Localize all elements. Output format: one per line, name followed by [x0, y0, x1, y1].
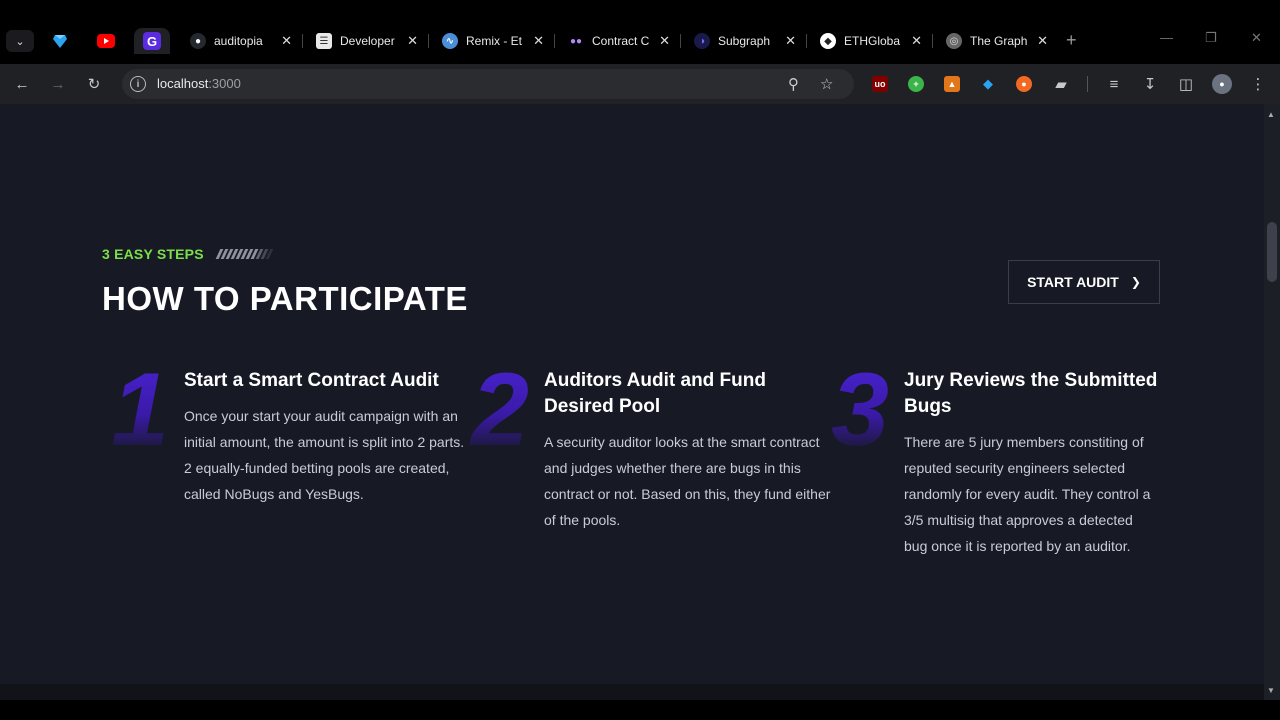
side-panel-icon[interactable]: ◫	[1176, 74, 1196, 94]
eyebrow-label: 3 EASY STEPS	[102, 246, 204, 262]
green-plus-extension-icon[interactable]: +	[908, 76, 924, 92]
tab-title: auditopia	[214, 34, 263, 48]
tab-strip: ⌄ G ● auditopia ✕ ☰ Developer ✕ ∿ Remix …	[0, 0, 1280, 64]
page-scrollbar[interactable]: ▲ ▼	[1264, 104, 1280, 700]
step-number: 1	[102, 358, 178, 462]
pinned-tab-youtube[interactable]	[88, 28, 124, 54]
close-icon[interactable]: ✕	[1037, 33, 1048, 49]
start-audit-label: START AUDIT	[1027, 274, 1119, 290]
step-title: Jury Reviews the Submitted Bugs	[904, 370, 1158, 417]
step-number: 2	[462, 358, 538, 462]
pinned-tab-active[interactable]: G	[134, 28, 170, 54]
address-bar[interactable]: i localhost:3000 ⚲ ☆	[122, 69, 854, 99]
scroll-up-arrow-icon[interactable]: ▲	[1267, 110, 1275, 119]
svg-text:G: G	[147, 34, 157, 49]
tab-subgraph[interactable]: ◑ Subgraph ✕	[686, 28, 804, 54]
pinned-tab-diamond[interactable]	[42, 28, 78, 54]
zoom-search-icon[interactable]: ⚲	[788, 75, 799, 93]
step-description: Once your start your audit campaign with…	[184, 408, 465, 502]
g-logo-icon: G	[143, 32, 161, 50]
reload-icon[interactable]: ↻	[84, 74, 104, 94]
github-icon: ●	[190, 33, 206, 49]
start-audit-button[interactable]: START AUDIT ❯	[1008, 260, 1160, 304]
remix-icon: ∿	[442, 33, 458, 49]
step-description: There are 5 jury members constiting of r…	[904, 434, 1151, 554]
step-number: 3	[822, 358, 898, 462]
tab-search-button[interactable]: ⌄	[6, 30, 34, 52]
tab-auditopia[interactable]: ● auditopia ✕	[182, 28, 300, 54]
scrollbar-thumb[interactable]	[1267, 222, 1277, 282]
url-text[interactable]: localhost:3000	[157, 76, 241, 91]
restore-icon[interactable]: ❐	[1205, 30, 1217, 46]
contract-icon: ●●	[569, 35, 583, 47]
close-icon[interactable]: ✕	[281, 33, 292, 49]
ethglobal-icon: ◆	[820, 33, 836, 49]
tab-title: Remix - Et	[466, 34, 523, 48]
bookmark-star-icon[interactable]: ☆	[820, 75, 833, 93]
youtube-icon	[97, 34, 115, 48]
download-icon[interactable]: ↧	[1140, 74, 1160, 94]
site-info-icon[interactable]: i	[130, 76, 146, 92]
step-card-2: 2 Auditors Audit and Fund Desired Pool A…	[471, 358, 834, 533]
toolbar-divider	[1087, 76, 1088, 92]
diamond-icon	[53, 35, 67, 48]
tab-separator	[932, 34, 933, 48]
back-arrow-icon[interactable]: ←	[12, 74, 32, 94]
tab-title: Developer	[340, 34, 395, 48]
tab-ethglobal[interactable]: ◆ ETHGloba ✕	[812, 28, 930, 54]
orange-extension-icon[interactable]: ●	[1016, 76, 1032, 92]
browser-toolbar: ← → ↻ i localhost:3000 ⚲ ☆ uo + ▲ ◆ ● ▰ …	[0, 64, 1280, 104]
decorative-stripes	[215, 249, 274, 259]
minimize-icon[interactable]: —	[1160, 30, 1173, 45]
step-title: Auditors Audit and Fund Desired Pool	[544, 370, 766, 417]
step-card-3: 3 Jury Reviews the Submitted Bugs There …	[831, 358, 1160, 559]
close-icon[interactable]: ✕	[407, 33, 418, 49]
window-close-icon[interactable]: ✕	[1251, 30, 1262, 46]
forward-arrow-icon[interactable]: →	[48, 74, 68, 94]
metamask-fox-icon[interactable]: ▲	[944, 76, 960, 92]
tab-separator	[554, 34, 555, 48]
chevron-right-icon: ❯	[1130, 275, 1141, 289]
page-viewport: 3 EASY STEPS HOW TO PARTICIPATE START AU…	[0, 104, 1264, 684]
tab-title: Subgraph	[718, 34, 771, 48]
tab-remix[interactable]: ∿ Remix - Et ✕	[434, 28, 552, 54]
close-icon[interactable]: ✕	[533, 33, 544, 49]
tab-separator	[680, 34, 681, 48]
section-heading: HOW TO PARTICIPATE	[102, 280, 468, 317]
url-port: :3000	[208, 76, 241, 91]
tab-title: ETHGloba	[844, 34, 901, 48]
screen-bottom-border	[0, 700, 1280, 720]
media-queue-icon[interactable]: ≡	[1104, 74, 1124, 94]
tab-title: Contract C	[592, 34, 650, 48]
kebab-menu-icon[interactable]: ⋮	[1248, 74, 1268, 94]
document-icon: ☰	[316, 33, 332, 49]
page-bottom-edge	[0, 684, 1264, 700]
tab-thegraph[interactable]: ◎ The Graph ✕	[938, 28, 1056, 54]
url-host: localhost	[157, 76, 209, 91]
subgraph-icon: ◑	[694, 33, 710, 49]
step-card-1: 1 Start a Smart Contract Audit Once your…	[111, 358, 474, 507]
step-description: A security auditor looks at the smart co…	[544, 434, 831, 528]
tab-title: The Graph	[970, 34, 1028, 48]
tab-separator	[806, 34, 807, 48]
extensions-puzzle-icon[interactable]: ▰	[1051, 74, 1071, 94]
close-icon[interactable]: ✕	[911, 33, 922, 49]
ublock-extension-icon[interactable]: uo	[872, 76, 888, 92]
tab-separator	[428, 34, 429, 48]
profile-avatar[interactable]: ●	[1212, 74, 1232, 94]
section-eyebrow: 3 EASY STEPS	[102, 246, 274, 262]
scroll-down-arrow-icon[interactable]: ▼	[1267, 686, 1275, 695]
globe-icon: ◎	[946, 33, 962, 49]
chevron-down-icon: ⌄	[15, 35, 25, 48]
step-title: Start a Smart Contract Audit	[184, 370, 439, 391]
tab-separator	[302, 34, 303, 48]
new-tab-plus-icon[interactable]: +	[1066, 30, 1077, 51]
tab-developer[interactable]: ☰ Developer ✕	[308, 28, 426, 54]
close-icon[interactable]: ✕	[659, 33, 670, 49]
diamond-extension-icon[interactable]: ◆	[980, 76, 996, 92]
tab-contract[interactable]: ●● Contract C ✕	[560, 28, 678, 54]
close-icon[interactable]: ✕	[785, 33, 796, 49]
